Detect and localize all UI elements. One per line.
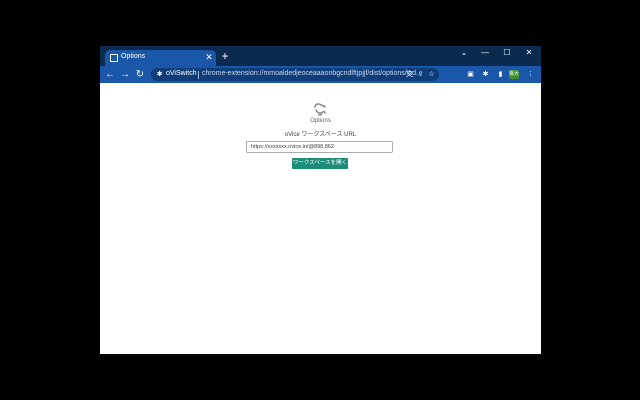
extension-puzzle-icon: ✱: [156, 71, 163, 78]
workspace-url-input[interactable]: [246, 141, 393, 153]
side-panel-icon[interactable]: ▮: [495, 69, 506, 80]
address-url: chrome-extension://mmoaldedjeoceaaaonbgc…: [202, 70, 422, 77]
tab-title: Options: [121, 53, 146, 60]
reload-icon[interactable]: ↻: [133, 68, 147, 81]
tab-options[interactable]: Options ✕: [105, 50, 216, 66]
address-bar[interactable]: ✱ oViSwitch chrome-extension://mmoaldedj…: [151, 68, 439, 81]
browser-toolbar: ← → ↻ ✱ oViSwitch chrome-extension://mmo…: [100, 66, 541, 83]
window-close-icon[interactable]: ✕: [522, 47, 536, 59]
bookmark-star-icon[interactable]: ☆: [426, 69, 437, 80]
profile-avatar[interactable]: 電大: [509, 70, 519, 79]
tab-search-icon[interactable]: ⌄: [457, 47, 471, 59]
tab-close-icon[interactable]: ✕: [204, 51, 214, 63]
maximize-icon[interactable]: ☐: [500, 47, 514, 59]
ovice-logo-icon: [110, 54, 118, 62]
share-icon[interactable]: ⇪: [415, 69, 426, 80]
menu-kebab-icon[interactable]: ⋮: [525, 69, 536, 80]
ovice-extension-icon[interactable]: ▣: [465, 69, 476, 80]
back-icon[interactable]: ←: [103, 68, 117, 81]
minimize-icon[interactable]: —: [478, 47, 492, 59]
new-tab-icon[interactable]: +: [219, 50, 231, 63]
forward-icon[interactable]: →: [118, 68, 132, 81]
extensions-puzzle-icon[interactable]: ✱: [480, 69, 491, 80]
options-page: Options oVice ワークスペース URL ワークスペースを開く: [100, 83, 541, 354]
translate-icon[interactable]: 文: [404, 69, 415, 80]
page-title: Options: [310, 118, 331, 124]
ovice-logo-icon: [314, 103, 326, 116]
workspace-url-label: oVice ワークスペース URL: [284, 132, 357, 138]
extension-name: oViSwitch: [166, 70, 197, 77]
address-divider: [198, 71, 199, 79]
open-workspace-button[interactable]: ワークスペースを開く: [292, 158, 348, 169]
browser-window: Options ✕ + ⌄ — ☐ ✕ ← → ↻ ✱ oViSwitch ch…: [100, 46, 541, 354]
tab-strip: Options ✕ + ⌄ — ☐ ✕: [100, 46, 541, 66]
